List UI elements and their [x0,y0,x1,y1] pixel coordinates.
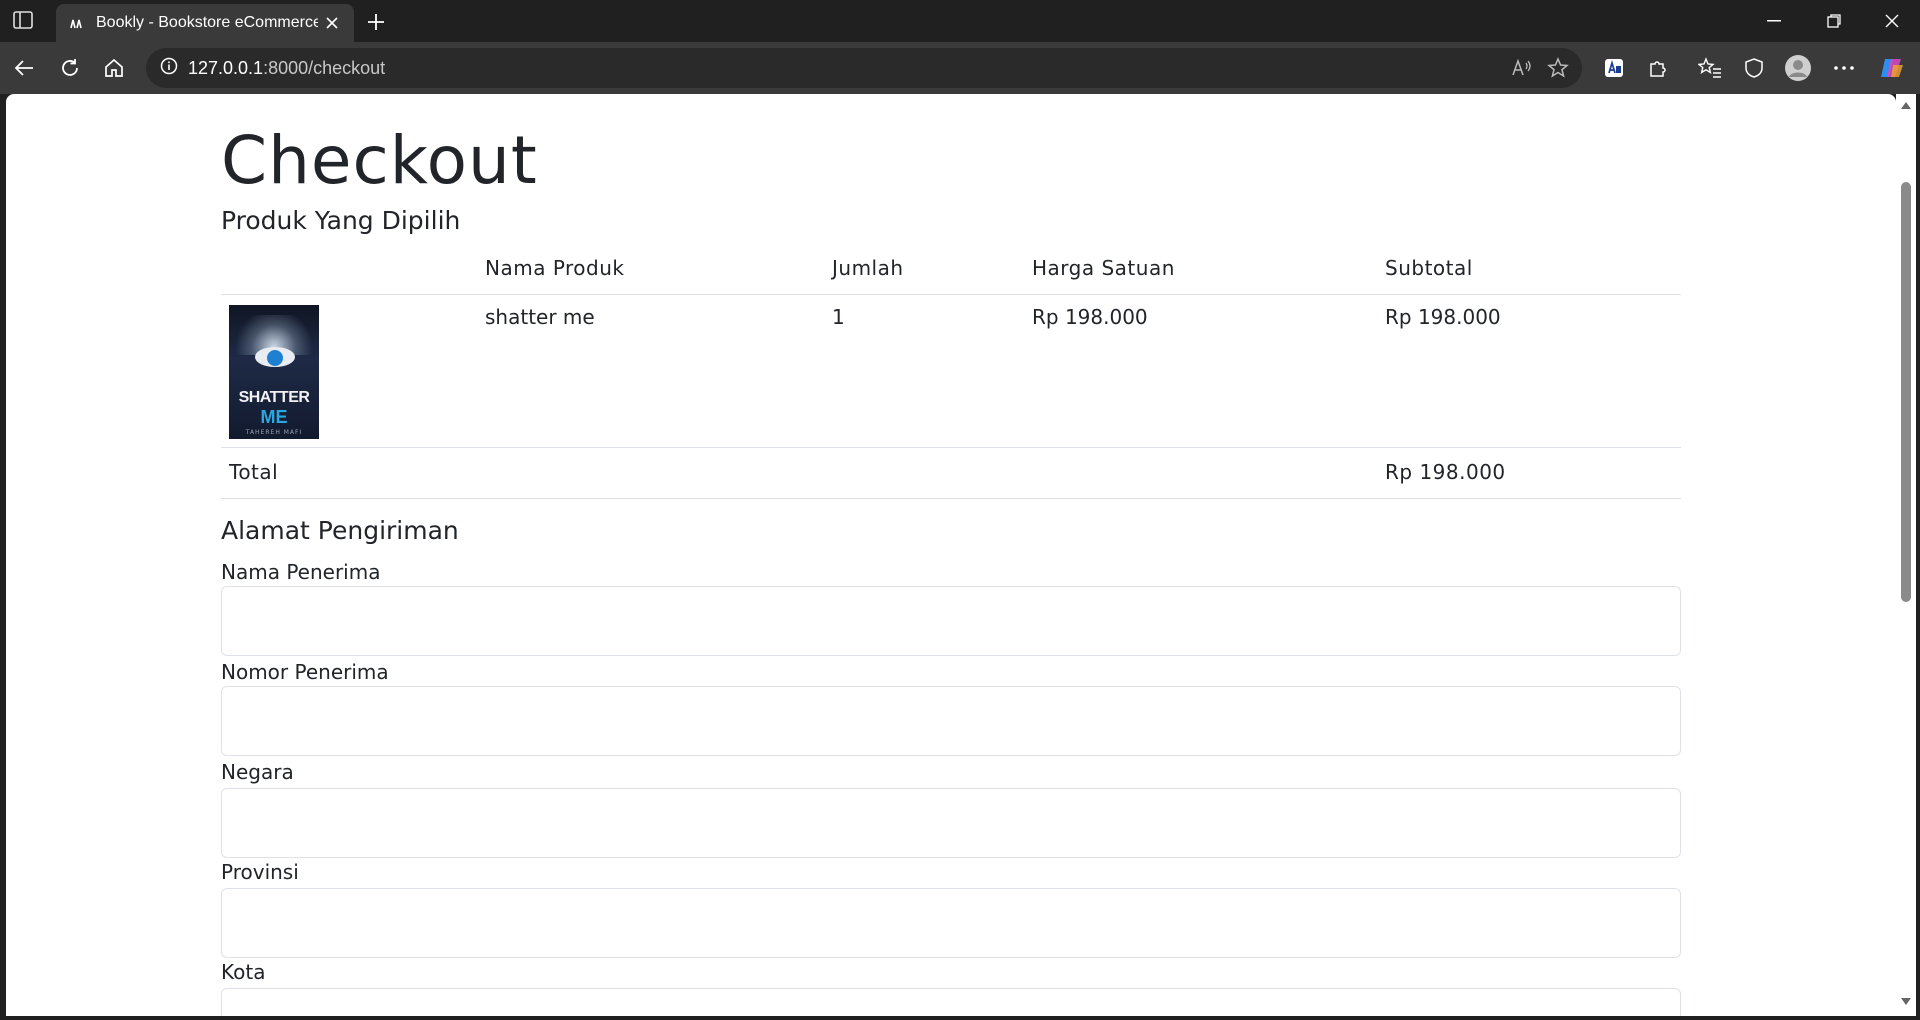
tab-title: Bookly - Bookstore eCommerce W [96,14,318,31]
extensions-puzzle-icon[interactable] [1642,52,1674,84]
product-qty: 1 [824,294,1024,448]
more-options-icon[interactable] [1828,52,1860,84]
product-name: shatter me [477,294,824,448]
products-heading: Produk Yang Dipilih [221,206,461,235]
city-label: Kota [221,960,266,984]
site-favicon-icon [68,15,84,31]
column-header-unit-price: Harga Satuan [1024,244,1377,295]
province-input[interactable] [221,888,1681,958]
profile-avatar-icon[interactable] [1782,52,1814,84]
column-header-subtotal: Subtotal [1377,244,1681,295]
scrollbar-thumb[interactable] [1901,182,1911,602]
product-subtotal: Rp 198.000 [1377,294,1681,448]
table-header-row: Nama Produk Jumlah Harga Satuan Subtotal [221,244,1681,295]
restore-icon[interactable] [1806,0,1862,42]
recipient-name-input[interactable] [221,586,1681,656]
page-scrollbar[interactable] [1896,94,1916,1016]
browser-toolbar: 127.0.0.1:8000/checkout [0,42,1920,94]
scroll-down-icon[interactable] [1901,998,1911,1005]
refresh-icon[interactable] [54,52,86,84]
copilot-icon[interactable] [1876,52,1908,84]
tab-actions-icon[interactable] [10,8,38,34]
product-unit-price: Rp 198.000 [1024,294,1377,448]
recipient-phone-input[interactable] [221,686,1681,756]
column-header-qty: Jumlah [824,244,1024,295]
back-icon[interactable] [8,52,40,84]
address-bar[interactable]: 127.0.0.1:8000/checkout [146,48,1582,88]
page-viewport: Checkout Produk Yang Dipilih Nama Produk… [6,94,1896,1016]
total-label: Total [221,447,1377,499]
tab-close-icon[interactable] [322,13,342,33]
new-tab-icon[interactable] [362,8,390,36]
total-row: Total Rp 198.000 [221,447,1681,499]
site-info-icon[interactable] [160,57,178,80]
recipient-phone-label: Nomor Penerima [221,660,389,684]
recipient-name-label: Nama Penerima [221,560,381,584]
favorite-star-icon[interactable] [1546,56,1570,80]
minimize-icon[interactable] [1746,0,1802,42]
browser-tabbar: Bookly - Bookstore eCommerce W [0,0,1920,42]
browser-essentials-shield-icon[interactable] [1738,52,1770,84]
close-window-icon[interactable] [1864,0,1920,42]
translator-extension-icon[interactable] [1598,52,1630,84]
browser-tab-active[interactable]: Bookly - Bookstore eCommerce W [56,4,354,42]
read-aloud-icon[interactable] [1510,56,1534,80]
country-label: Negara [221,760,294,784]
city-input[interactable] [221,988,1681,1016]
book-cover-image: SHATTER ME TAHEREH MAFI [229,305,319,439]
column-header-image [221,244,477,295]
page-title: Checkout [221,122,538,199]
column-header-name: Nama Produk [477,244,824,295]
products-table: Nama Produk Jumlah Harga Satuan Subtotal… [221,244,1681,499]
table-row: SHATTER ME TAHEREH MAFI shatter me 1 Rp … [221,294,1681,448]
scroll-up-icon[interactable] [1901,102,1911,109]
home-icon[interactable] [98,52,130,84]
country-input[interactable] [221,788,1681,858]
shipping-heading: Alamat Pengiriman [221,516,459,545]
url-text: 127.0.0.1:8000/checkout [188,57,386,78]
total-value: Rp 198.000 [1377,447,1681,499]
favorites-icon[interactable] [1694,52,1726,84]
province-label: Provinsi [221,860,299,884]
